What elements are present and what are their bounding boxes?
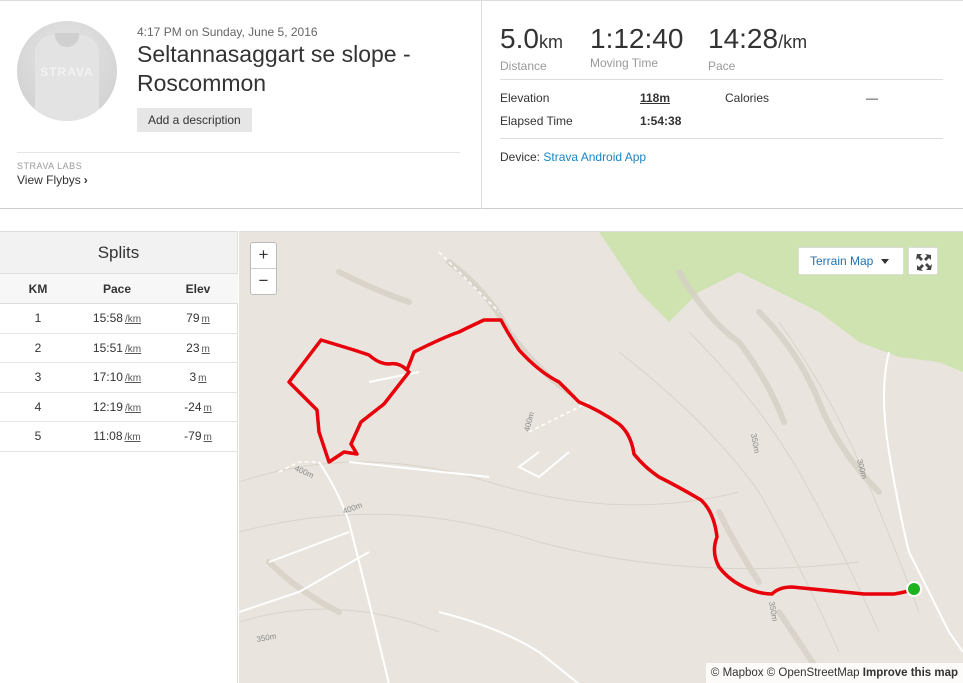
pace-label: Pace xyxy=(708,59,736,73)
calories-value: — xyxy=(866,91,878,105)
header-elev: Elev xyxy=(158,273,238,304)
split-elev: -79 m xyxy=(158,421,238,452)
split-elev: 23 m xyxy=(158,333,238,363)
pace-unit: /km xyxy=(124,432,141,444)
table-row: 4 12:19/km -24 m xyxy=(0,392,238,422)
view-flybys-label: View Flybys xyxy=(17,173,81,187)
distance-unit: km xyxy=(538,32,563,52)
splits-header-row: KM Pace Elev xyxy=(0,273,238,304)
activity-title: Seltannasaggart se slope - Roscommon xyxy=(137,41,411,96)
add-description-button[interactable]: Add a description xyxy=(137,108,252,132)
split-pace: 15:51/km xyxy=(76,333,158,363)
splits-panel: Splits KM Pace Elev 1 15:58/km 79 m 2 15:… xyxy=(0,231,238,683)
table-row: 2 15:51/km 23 m xyxy=(0,333,238,363)
elev-unit: m xyxy=(198,373,207,385)
table-row: 1 15:58/km 79 m xyxy=(0,303,238,334)
splits-title: Splits xyxy=(0,232,237,273)
elapsed-time-label: Elapsed Time xyxy=(500,114,573,128)
map-type-dropdown[interactable]: Terrain Map xyxy=(798,247,904,275)
header-pace: Pace xyxy=(76,273,158,304)
activity-header: STRAVA 4:17 PM on Sunday, June 5, 2016 S… xyxy=(0,0,963,209)
pace-unit: /km xyxy=(778,32,808,52)
activity-summary: STRAVA 4:17 PM on Sunday, June 5, 2016 S… xyxy=(0,1,482,209)
moving-time-label: Moving Time xyxy=(590,56,659,70)
expand-icon xyxy=(916,254,932,271)
split-elev: -24 m xyxy=(158,392,238,422)
osm-attribution[interactable]: © OpenStreetMap xyxy=(767,667,860,679)
split-km: 4 xyxy=(0,392,76,422)
athlete-avatar[interactable]: STRAVA xyxy=(17,21,117,121)
pace-unit: /km xyxy=(124,314,142,326)
stat-moving-time: 1:12:40 Moving Time xyxy=(590,23,683,70)
caret-down-icon xyxy=(881,259,889,264)
calories-label: Calories xyxy=(725,91,770,105)
mapbox-attribution[interactable]: © Mapbox xyxy=(711,667,764,679)
split-pace: 15:58/km xyxy=(76,303,158,334)
elev-unit: m xyxy=(203,432,212,444)
split-km: 5 xyxy=(0,421,76,452)
split-elev: 79 m xyxy=(158,303,238,334)
elevation-value: 118m xyxy=(640,91,671,105)
device-label: Device: xyxy=(500,150,541,164)
split-km: 3 xyxy=(0,362,76,393)
improve-map-link[interactable]: Improve this map xyxy=(863,667,958,679)
zoom-out-button[interactable]: − xyxy=(251,269,276,295)
table-row: 3 17:10/km 3m xyxy=(0,362,238,393)
elev-unit: m xyxy=(203,402,212,414)
map-attribution: © Mapbox © OpenStreetMap Improve this ma… xyxy=(705,663,963,683)
splits-table: KM Pace Elev 1 15:58/km 79 m 2 15:51/km 2… xyxy=(0,273,238,452)
split-pace: 12:19/km xyxy=(76,392,158,422)
elev-unit: m xyxy=(201,343,210,355)
route-map[interactable]: 400m 400m 400m 350m 350m 350m 300m + − T… xyxy=(239,231,963,683)
divider xyxy=(500,138,943,139)
pace-unit: /km xyxy=(124,373,142,385)
split-pace: 11:08/km xyxy=(76,421,158,452)
strava-labs-label: STRAVA LABS xyxy=(17,161,83,171)
pace-unit: /km xyxy=(124,402,142,414)
pace-value: 14:28 xyxy=(708,23,779,54)
distance-label: Distance xyxy=(500,59,547,73)
stat-distance: 5.0km Distance xyxy=(500,23,563,73)
view-flybys-link[interactable]: View Flybys › xyxy=(17,173,88,187)
elevation-label: Elevation xyxy=(500,91,550,105)
map-type-label: Terrain Map xyxy=(810,254,874,268)
divider xyxy=(500,79,943,80)
stat-pace: 14:28/km Pace xyxy=(708,23,807,73)
device-link[interactable]: Strava Android App xyxy=(543,150,646,164)
activity-date: 4:17 PM on Sunday, June 5, 2016 xyxy=(137,25,318,39)
avatar-logo: STRAVA xyxy=(40,65,94,79)
zoom-in-button[interactable]: + xyxy=(251,243,276,269)
split-elev: 3m xyxy=(158,362,238,393)
pace-unit: /km xyxy=(124,343,142,355)
moving-time-value: 1:12:40 xyxy=(590,23,684,54)
split-pace: 17:10/km xyxy=(76,362,158,393)
chevron-right-icon: › xyxy=(83,173,88,187)
map-canvas[interactable]: 400m 400m 400m 350m 350m 350m 300m xyxy=(239,232,963,683)
table-row: 5 11:08/km -79 m xyxy=(0,421,238,452)
divider xyxy=(17,152,460,153)
elapsed-time-value: 1:54:38 xyxy=(640,114,682,128)
distance-value: 5.0 xyxy=(500,23,539,54)
route-start-marker[interactable] xyxy=(906,581,922,597)
fullscreen-button[interactable] xyxy=(908,247,938,275)
header-km: KM xyxy=(0,273,76,304)
split-km: 1 xyxy=(0,303,76,334)
elev-unit: m xyxy=(201,314,210,326)
split-km: 2 xyxy=(0,333,76,363)
device-info: Device: Strava Android App xyxy=(500,150,646,164)
zoom-control: + − xyxy=(250,242,277,295)
